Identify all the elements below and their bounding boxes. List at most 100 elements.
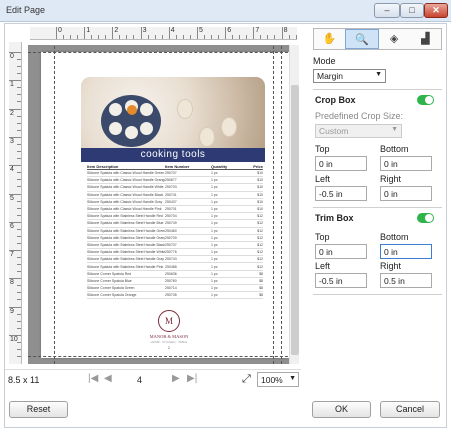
table-cell: $10 bbox=[257, 185, 263, 190]
crop-top-input[interactable]: 0 in bbox=[315, 156, 367, 171]
ruler-tick bbox=[175, 35, 177, 39]
table-cell: 1 pc bbox=[211, 235, 218, 240]
ruler-tick bbox=[17, 271, 21, 273]
ruler-tick bbox=[9, 165, 21, 167]
table-row: Silicone Spatula with Classic Wood Handl… bbox=[87, 199, 263, 206]
chevron-down-icon: ▼ bbox=[289, 375, 296, 382]
table-cell: 250677 bbox=[165, 178, 177, 183]
table-cell: Silicone Corner Spatula Red bbox=[87, 271, 132, 276]
table-cell: Silicone Spatula with Classic Wood Handl… bbox=[87, 199, 163, 204]
ruler-tick bbox=[17, 115, 21, 117]
eraser-tool-icon[interactable]: ◈ bbox=[379, 29, 410, 49]
minimize-button[interactable]: – bbox=[374, 3, 400, 18]
table-cell: $12 bbox=[257, 214, 263, 219]
trim-left-label: Left bbox=[315, 261, 331, 271]
ruler-tick bbox=[17, 320, 21, 322]
divider bbox=[313, 89, 442, 90]
table-cell: $10 bbox=[257, 192, 263, 197]
fit-page-icon[interactable]: ⤢ bbox=[242, 373, 251, 386]
trim-bottom-input[interactable]: 0 in bbox=[380, 244, 432, 259]
current-page-field[interactable]: 4 bbox=[137, 375, 142, 385]
scrollbar-thumb[interactable] bbox=[291, 85, 299, 355]
crop-top-label: Top bbox=[315, 144, 330, 154]
table-row: Silicone Corner Spatula Blue 250760 1 pc $8 bbox=[87, 278, 263, 285]
ruler-tick bbox=[17, 214, 21, 216]
ruler-tick bbox=[17, 242, 21, 244]
table-cell: 1 pc bbox=[211, 278, 218, 283]
tool-palette: ✋ 🔍 ◈ ▟ bbox=[313, 28, 442, 50]
previous-page-button[interactable]: ◀ bbox=[104, 373, 112, 384]
table-cell: 250714 bbox=[165, 286, 177, 291]
maximize-button[interactable]: □ bbox=[400, 3, 424, 18]
ruler-tick bbox=[56, 27, 57, 39]
table-cell: 250760 bbox=[165, 278, 177, 283]
ok-button[interactable]: OK bbox=[312, 401, 371, 418]
mode-select[interactable]: Margin ▼ bbox=[313, 69, 386, 83]
crop-box-label: Crop Box bbox=[315, 95, 356, 105]
ruler-tick bbox=[17, 186, 21, 188]
ruler-tick bbox=[98, 35, 100, 39]
crop-line-left[interactable] bbox=[54, 46, 55, 364]
table-cell: Silicone Spatula with Classic Wood Handl… bbox=[87, 171, 165, 176]
zoom-tool-icon[interactable]: 🔍 bbox=[345, 29, 379, 49]
brand-tagline: HOME · KITCHEN · TABLE bbox=[150, 340, 188, 344]
table-cell: Silicone Corner Spatula Green bbox=[87, 286, 135, 291]
trim-right-input[interactable]: 0.5 in bbox=[380, 273, 432, 288]
ruler-tick bbox=[119, 35, 121, 39]
table-cell: 250704 bbox=[165, 214, 177, 219]
crop-line-bottom[interactable] bbox=[28, 356, 298, 357]
table-cell: 1 pc bbox=[211, 257, 218, 262]
first-page-button[interactable]: |◀ bbox=[88, 373, 98, 384]
ruler-tick bbox=[105, 35, 107, 39]
predefined-crop-select[interactable]: Custom ▼ bbox=[315, 124, 402, 138]
crop-tool-icon[interactable]: ▟ bbox=[410, 29, 441, 49]
table-cell: $12 bbox=[257, 235, 263, 240]
trim-line-right[interactable] bbox=[281, 46, 282, 364]
table-cell: 1 pc bbox=[211, 171, 218, 176]
ruler-tick bbox=[9, 250, 21, 252]
hand-tool-icon[interactable]: ✋ bbox=[314, 29, 345, 49]
product-table: Item Description Item Number Quantity Pr… bbox=[87, 164, 263, 300]
next-page-button[interactable]: ▶ bbox=[172, 373, 180, 384]
table-cell: Silicone Spatula with Stainless Steel Ha… bbox=[87, 264, 164, 269]
reset-button[interactable]: Reset bbox=[9, 401, 68, 418]
table-row: Silicone Spatula with Classic Wood Handl… bbox=[87, 192, 263, 199]
trim-left-input[interactable]: -0.5 in bbox=[315, 273, 367, 288]
table-cell: Silicone Corner Spatula Blue bbox=[87, 278, 132, 283]
table-row: Silicone Spatula with Classic Wood Handl… bbox=[87, 206, 263, 214]
preview-page-number: 2 bbox=[168, 346, 170, 350]
table-cell: $10 bbox=[257, 171, 263, 176]
crop-right-input[interactable]: 0 in bbox=[380, 186, 432, 201]
ruler-number: 1 bbox=[10, 81, 14, 89]
crop-left-label: Left bbox=[315, 174, 331, 184]
table-cell: 250636 bbox=[165, 271, 177, 276]
column-header: Quantity bbox=[211, 164, 228, 169]
egg-plate-image bbox=[101, 95, 161, 147]
table-cell: 1 pc bbox=[211, 221, 218, 226]
ruler-number: 4 bbox=[10, 166, 14, 174]
table-cell: 250735 bbox=[165, 293, 177, 298]
zoom-select[interactable]: 100% ▼ bbox=[257, 372, 299, 387]
close-button[interactable]: ✕ bbox=[424, 3, 448, 18]
vertical-scrollbar[interactable] bbox=[289, 45, 299, 364]
table-cell: 250741 bbox=[165, 192, 177, 197]
table-cell: $8 bbox=[259, 286, 263, 291]
crop-box-toggle[interactable] bbox=[417, 95, 434, 105]
crop-line-right[interactable] bbox=[273, 46, 274, 364]
ruler-tick bbox=[17, 150, 21, 152]
trim-top-input[interactable]: 0 in bbox=[315, 244, 367, 259]
crop-left-input[interactable]: -0.5 in bbox=[315, 186, 367, 201]
cancel-button[interactable]: Cancel bbox=[380, 401, 440, 418]
table-cell: 1 pc bbox=[211, 250, 218, 255]
ruler-tick bbox=[9, 80, 21, 82]
crop-line-top[interactable] bbox=[28, 52, 298, 53]
table-cell: Silicone Spatula with Classic Wood Handl… bbox=[87, 178, 165, 183]
trim-box-toggle[interactable] bbox=[417, 213, 434, 223]
ruler-tick bbox=[281, 27, 283, 39]
table-cell: 250707 bbox=[165, 171, 177, 176]
crop-bottom-input[interactable]: 0 in bbox=[380, 156, 432, 171]
table-cell: Silicone Corner Spatula Orange bbox=[87, 293, 137, 298]
table-cell: Silicone Spatula with Stainless Steel Ha… bbox=[87, 242, 165, 247]
column-header: Item Description bbox=[87, 164, 119, 169]
last-page-button[interactable]: ▶| bbox=[187, 373, 197, 384]
